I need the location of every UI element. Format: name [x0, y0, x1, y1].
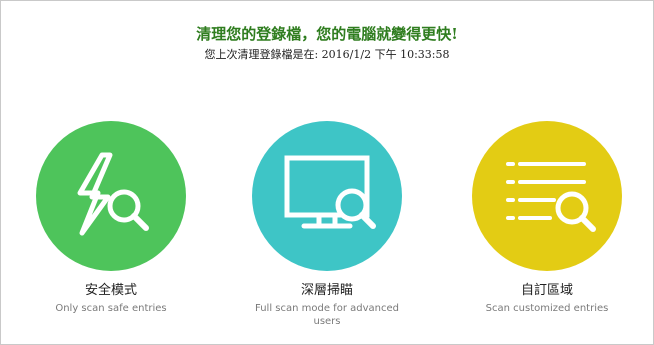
safe-mode-description: Only scan safe entries: [55, 303, 167, 314]
deep-scan-description: Full scan mode for advanced users: [255, 303, 399, 327]
safe-mode-circle[interactable]: [36, 121, 186, 271]
deep-scan-option[interactable]: 深層掃瞄 Full scan mode for advanced users: [217, 121, 437, 328]
custom-area-option[interactable]: 自訂區域 Scan customized entries: [437, 121, 654, 315]
deep-scan-circle[interactable]: [252, 121, 402, 271]
custom-area-circle[interactable]: [472, 121, 622, 271]
monitor-magnifier-icon: [284, 155, 376, 229]
safe-mode-title: 安全模式: [84, 283, 137, 298]
deep-scan-title: 深層掃瞄: [300, 283, 353, 298]
custom-area-title: 自訂區域: [520, 283, 573, 298]
custom-area-description: Scan customized entries: [485, 303, 609, 314]
list-magnifier-icon: [506, 162, 596, 232]
registry-cleaner-panel: 清理您的登錄檔，您的電腦就變得更快! 您上次清理登錄檔是在: 2016/1/2 …: [0, 0, 654, 345]
safe-mode-option[interactable]: 安全模式 Only scan safe entries: [1, 121, 221, 315]
last-cleaned-text: 您上次清理登錄檔是在: 2016/1/2 下午 10:33:58: [204, 48, 450, 61]
page-title: 清理您的登錄檔，您的電腦就變得更快!: [196, 25, 458, 43]
lightning-magnifier-icon: [77, 152, 149, 236]
